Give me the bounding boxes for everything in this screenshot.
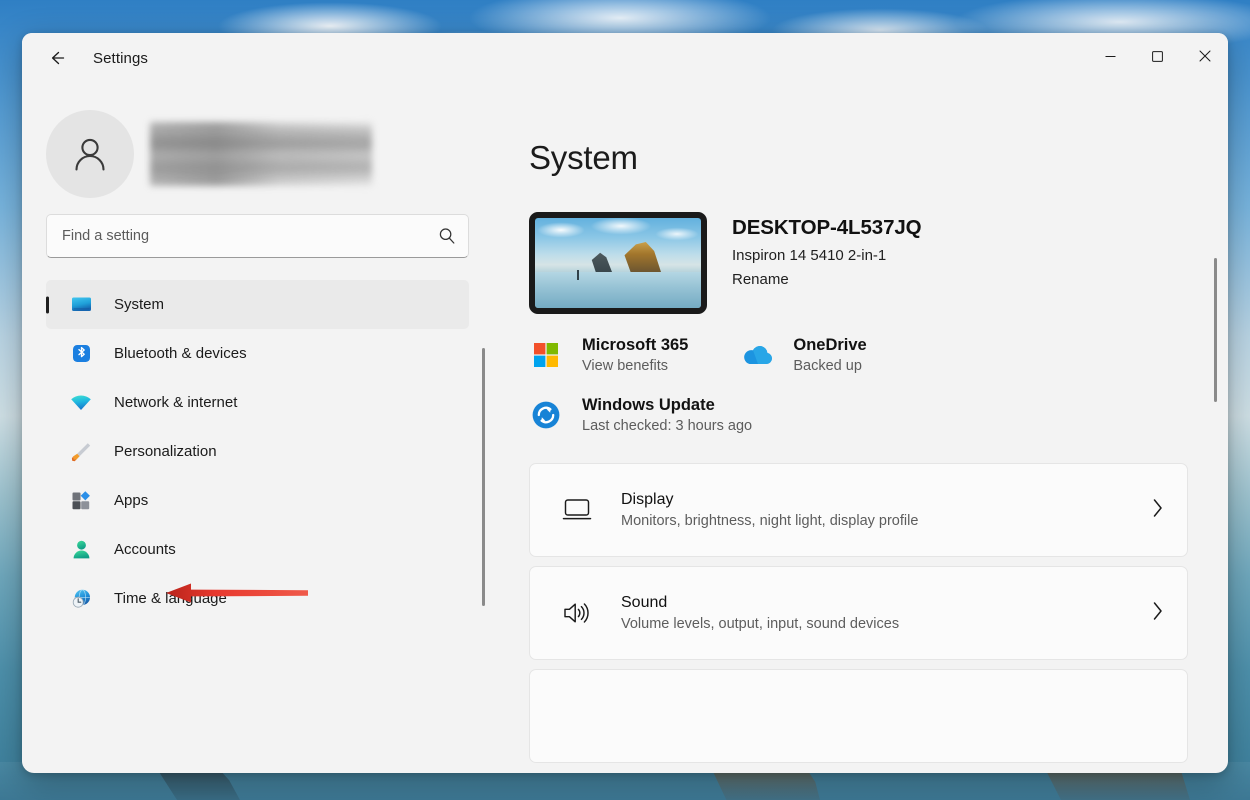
device-info: DESKTOP-4L537JQ Inspiron 14 5410 2-in-1 …: [732, 212, 922, 314]
rename-link[interactable]: Rename: [732, 271, 789, 288]
paintbrush-icon: [68, 440, 94, 463]
device-name: DESKTOP-4L537JQ: [732, 216, 922, 239]
chevron-right-icon: [1150, 497, 1165, 524]
windows-update-icon: [529, 398, 563, 432]
card-partial-next[interactable]: [529, 669, 1188, 763]
sidebar-item-label: Network & internet: [114, 394, 238, 411]
display-monitor-icon: [555, 497, 599, 523]
card-display[interactable]: Display Monitors, brightness, night ligh…: [529, 463, 1188, 557]
user-profile[interactable]: [46, 108, 469, 200]
navigation-list: System Bluetooth & devices Network & int…: [46, 280, 469, 623]
desktop-background: Settings Find a setting System Bluetooth…: [0, 0, 1250, 800]
settings-window: Settings Find a setting System Bluetooth…: [22, 33, 1228, 773]
service-subtitle: View benefits: [582, 358, 668, 374]
device-model: Inspiron 14 5410 2-in-1: [732, 247, 887, 264]
microsoft-logo-icon: [529, 338, 563, 372]
device-summary: DESKTOP-4L537JQ Inspiron 14 5410 2-in-1 …: [529, 212, 1188, 314]
service-title: OneDrive: [793, 336, 867, 354]
card-text: Display Monitors, brightness, night ligh…: [621, 491, 1150, 529]
service-subtitle: Backed up: [793, 358, 862, 374]
bluetooth-icon: [68, 342, 94, 365]
sidebar-item-system[interactable]: System: [46, 280, 469, 329]
caption-buttons: [1087, 33, 1228, 79]
service-subtitle: Last checked: 3 hours ago: [582, 418, 753, 434]
main-scrollbar[interactable]: [1214, 258, 1217, 402]
sidebar-item-label: System: [114, 296, 165, 313]
minimize-icon: [1105, 55, 1116, 57]
sidebar-scrollbar[interactable]: [482, 348, 485, 606]
services-row: Microsoft 365 View benefits OneDrive Bac…: [529, 336, 1188, 374]
sidebar-item-time-language[interactable]: Time & language: [46, 574, 469, 623]
sidebar-item-apps[interactable]: Apps: [46, 476, 469, 525]
person-avatar-icon: [75, 138, 105, 171]
maximize-button[interactable]: [1134, 33, 1181, 79]
chevron-right-icon: [1150, 600, 1165, 627]
sidebar-item-label: Bluetooth & devices: [114, 345, 247, 362]
card-title: Sound: [621, 594, 668, 611]
service-text: Windows Update Last checked: 3 hours ago: [582, 396, 752, 434]
user-name-redacted: [150, 122, 372, 186]
back-button[interactable]: [38, 41, 76, 75]
sidebar-item-accounts[interactable]: Accounts: [46, 525, 469, 574]
sidebar-item-personalization[interactable]: Personalization: [46, 427, 469, 476]
maximize-icon: [1152, 50, 1163, 62]
service-windows-update[interactable]: Windows Update Last checked: 3 hours ago: [529, 396, 752, 434]
card-text: Sound Volume levels, output, input, soun…: [621, 594, 1150, 632]
card-subtitle: Monitors, brightness, night light, displ…: [621, 513, 919, 529]
service-text: Microsoft 365 View benefits: [582, 336, 688, 374]
page-title: System: [529, 139, 638, 176]
services-row: Windows Update Last checked: 3 hours ago: [529, 396, 1188, 434]
onedrive-cloud-icon: [740, 338, 774, 372]
sidebar-item-network-internet[interactable]: Network & internet: [46, 378, 469, 427]
desktop-wallpaper-thumbnail: [529, 212, 707, 314]
main-content: System DESKTOP-4L537JQ Inspiron 14 5410 …: [493, 83, 1228, 773]
service-microsoft-365[interactable]: Microsoft 365 View benefits: [529, 336, 688, 374]
title-bar: Settings: [22, 33, 1228, 83]
sidebar-item-bluetooth-devices[interactable]: Bluetooth & devices: [46, 329, 469, 378]
search-box[interactable]: [46, 214, 469, 258]
search-input[interactable]: [62, 228, 438, 244]
monitor-icon: [68, 293, 94, 316]
settings-cards: Display Monitors, brightness, night ligh…: [529, 463, 1188, 763]
window-body: System Bluetooth & devices: [22, 83, 1228, 773]
card-title: Display: [621, 491, 674, 508]
avatar: [46, 110, 134, 198]
search-icon[interactable]: [438, 227, 456, 245]
sidebar-item-label: Time & language: [114, 590, 227, 607]
arrow-left-icon: [51, 51, 65, 65]
person-icon: [68, 538, 94, 561]
globe-clock-icon: [68, 587, 94, 610]
sidebar: System Bluetooth & devices: [22, 83, 493, 773]
card-subtitle: Volume levels, output, input, sound devi…: [621, 616, 900, 632]
wifi-icon: [68, 391, 94, 415]
close-icon: [1198, 50, 1211, 62]
service-text: OneDrive Backed up: [793, 336, 866, 374]
service-onedrive[interactable]: OneDrive Backed up: [740, 336, 867, 374]
app-title: Settings: [93, 49, 148, 67]
sidebar-item-label: Personalization: [114, 443, 217, 460]
minimize-button[interactable]: [1087, 33, 1134, 79]
close-button[interactable]: [1181, 33, 1228, 79]
sidebar-item-label: Accounts: [114, 541, 176, 558]
service-title: Windows Update: [582, 396, 715, 414]
services-section: Microsoft 365 View benefits OneDrive Bac…: [529, 336, 1188, 434]
speaker-volume-icon: [555, 599, 599, 627]
service-title: Microsoft 365: [582, 336, 689, 354]
card-sound[interactable]: Sound Volume levels, output, input, soun…: [529, 566, 1188, 660]
apps-blocks-icon: [68, 489, 94, 512]
sidebar-item-label: Apps: [114, 492, 149, 509]
